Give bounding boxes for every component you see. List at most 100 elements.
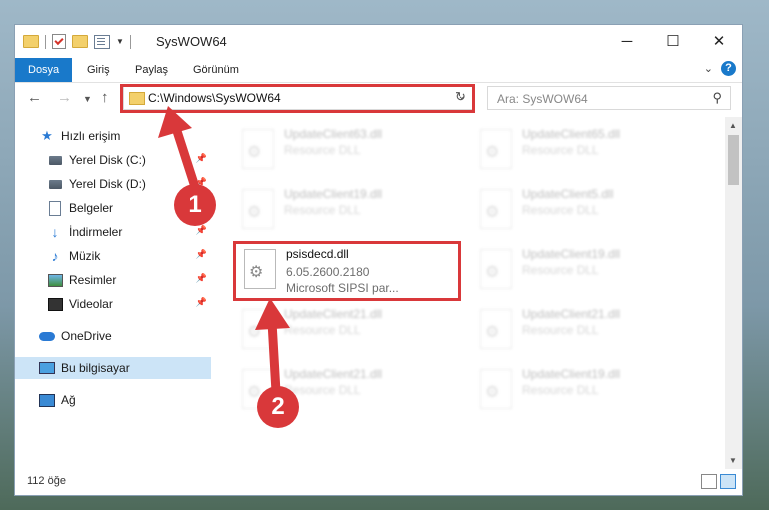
step-number-2: 2 [257,386,299,428]
dll-file-icon [480,369,512,409]
search-icon[interactable]: ⚲ [712,90,722,106]
dll-file-icon [480,129,512,169]
up-arrow-icon[interactable]: ↑ [101,89,109,106]
minimize-button[interactable]: ─ [604,25,650,57]
divider [129,34,131,49]
sidebar-item-label: Ağ [61,393,76,407]
tab-share[interactable]: Paylaş [127,58,176,82]
scroll-up-icon[interactable]: ▲ [729,121,737,130]
pin-icon[interactable]: 📌 [196,297,207,308]
folder-icon [23,35,39,48]
item-count: 112 öğe [27,475,66,487]
status-bar: 112 öğe [15,469,742,495]
ribbon-tabs: Dosya Giriş Paylaş Görünüm ⌄ ? [15,58,742,83]
dll-file-icon [480,249,512,289]
file-item[interactable]: UpdateClient21.dll Resource DLL [236,303,462,359]
pin-icon[interactable]: 📌 [196,249,207,260]
file-description: Resource DLL [284,323,361,337]
customize-toolbar-icon[interactable]: ▼ [116,37,124,46]
dll-file-icon [480,309,512,349]
pin-icon[interactable]: 📌 [196,273,207,284]
sidebar-item-quick-access[interactable]: ★ Hızlı erişim [15,125,211,147]
file-item[interactable]: UpdateClient21.dll Resource DLL [474,303,700,359]
properties-icon[interactable] [94,34,110,49]
network-icon [39,393,55,407]
folder-icon [129,92,145,105]
file-description: Resource DLL [522,203,599,217]
tab-view[interactable]: Görünüm [185,58,247,82]
pictures-icon [47,273,63,287]
file-name: UpdateClient65.dll [522,127,621,141]
file-name: psisdecd.dll [286,247,349,261]
address-path: C:\Windows\SysWOW64 [148,91,281,105]
vertical-scrollbar[interactable]: ▲ ▼ [725,117,742,469]
step-number-1: 1 [174,184,216,226]
maximize-button[interactable]: ☐ [650,25,696,57]
file-item[interactable]: UpdateClient19.dll Resource DLL [474,363,700,419]
pin-icon[interactable]: 📌 [196,153,207,164]
computer-icon [39,362,55,374]
back-arrow-icon[interactable]: ← [27,89,42,106]
drive-icon [48,155,62,165]
title-bar: ▼ SysWOW64 ─ ☐ ✕ [15,25,742,59]
file-name: UpdateClient21.dll [284,307,383,321]
close-button[interactable]: ✕ [696,25,742,57]
file-name: UpdateClient19.dll [284,187,383,201]
drive-icon [48,179,62,189]
sidebar-item-music[interactable]: ♪ Müzik 📌 [15,245,211,267]
file-item[interactable]: UpdateClient5.dll Resource DLL [474,183,700,239]
dll-file-icon [242,309,274,349]
file-name: UpdateClient5.dll [522,187,614,201]
sidebar-item-label: Hızlı erişim [61,129,121,143]
expand-ribbon-icon[interactable]: ⌄ [704,62,713,75]
help-icon[interactable]: ? [721,61,736,76]
search-placeholder: Ara: SysWOW64 [497,92,588,106]
tiles-view-icon[interactable] [720,474,736,489]
dll-file-icon [242,129,274,169]
details-view-icon[interactable] [701,474,717,489]
tab-home[interactable]: Giriş [79,58,118,82]
properties-check-icon[interactable] [52,34,66,49]
file-name: UpdateClient19.dll [522,367,621,381]
address-bar[interactable]: C:\Windows\SysWOW64 ⌄ [123,86,473,110]
dll-file-icon [244,249,276,289]
file-name: UpdateClient21.dll [284,367,383,381]
tab-file[interactable]: Dosya [15,58,73,82]
file-description: Resource DLL [522,323,599,337]
file-description: Resource DLL [284,203,361,217]
file-item[interactable]: UpdateClient63.dll Resource DLL [236,123,462,179]
navigation-pane: ★ Hızlı erişim Yerel Disk (C:) 📌 Yerel D… [15,117,211,469]
recent-locations-icon[interactable]: ▼ [83,94,92,104]
scroll-thumb[interactable] [728,135,739,185]
sidebar-item-label: Müzik [69,249,101,263]
sidebar-item-label: Bu bilgisayar [61,361,130,375]
sidebar-item-local-disk-c[interactable]: Yerel Disk (C:) 📌 [15,149,211,171]
star-icon: ★ [41,128,53,143]
sidebar-item-this-pc[interactable]: Bu bilgisayar [15,357,211,379]
music-icon: ♪ [51,248,59,264]
scroll-down-icon[interactable]: ▼ [729,456,737,465]
file-description: Resource DLL [284,143,361,157]
sidebar-item-label: OneDrive [61,329,112,343]
pin-icon[interactable]: 📌 [196,225,207,236]
file-item[interactable]: UpdateClient19.dll Resource DLL [474,243,700,299]
documents-icon [49,200,61,216]
sidebar-item-onedrive[interactable]: OneDrive [15,325,211,347]
sidebar-item-label: Resimler [69,273,117,287]
new-folder-icon[interactable] [72,35,88,48]
cloud-icon [39,331,55,341]
refresh-icon[interactable]: ↻ [455,89,466,105]
sidebar-item-label: Belgeler [69,201,114,215]
file-name: UpdateClient63.dll [284,127,383,141]
file-item[interactable]: UpdateClient19.dll Resource DLL [236,183,462,239]
search-input[interactable]: Ara: SysWOW64 ⚲ [487,86,731,110]
sidebar-item-network[interactable]: Ağ [15,389,211,411]
sidebar-item-downloads[interactable]: ↓ İndirmeler 📌 [15,221,211,243]
dll-file-icon [242,189,274,229]
sidebar-item-pictures[interactable]: Resimler 📌 [15,269,211,291]
file-item[interactable]: UpdateClient65.dll Resource DLL [474,123,700,179]
file-description: Resource DLL [522,143,599,157]
file-item-psisdecd[interactable]: psisdecd.dll 6.05.2600.2180 Microsoft SI… [238,243,464,299]
sidebar-item-videos[interactable]: Videolar 📌 [15,293,211,315]
forward-arrow-icon[interactable]: → [57,89,72,106]
